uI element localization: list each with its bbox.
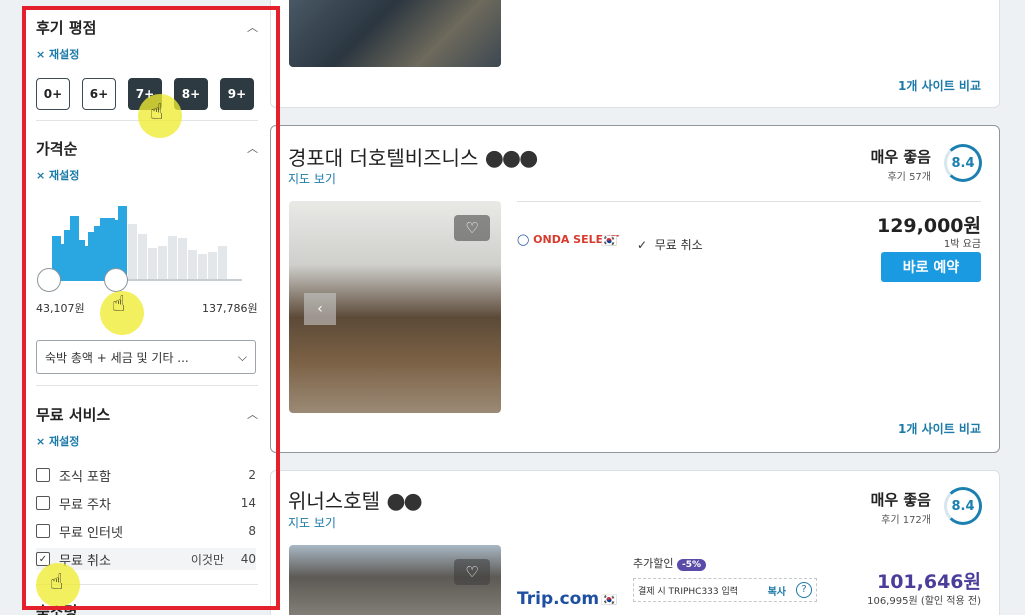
- price: 101,646원: [876, 571, 981, 593]
- free-services-title: 무료 서비스: [36, 406, 111, 424]
- histogram-bar: [188, 250, 197, 280]
- price-min-label: 43,107원: [36, 302, 85, 315]
- review-rating-reset[interactable]: × 재설정: [36, 46, 258, 62]
- price-title: 가격순: [36, 140, 78, 158]
- provider-logo[interactable]: Trip.com: [517, 589, 599, 609]
- checkbox[interactable]: [36, 468, 50, 482]
- checkbox-checked[interactable]: ✓: [36, 552, 50, 566]
- filter-count: 8: [248, 524, 256, 538]
- provider-logo-mark: ◯: [517, 233, 530, 246]
- review-count[interactable]: 후기 57개: [887, 168, 931, 183]
- hand-cursor-icon: ☝: [50, 570, 64, 595]
- hotel-name[interactable]: 위너스호텔 ●●: [288, 485, 423, 514]
- hand-cursor-icon: ☝: [150, 100, 164, 125]
- hotel-card[interactable]: 위너스호텔 ●● 지도 보기 매우 좋음 후기 172개 8.4 ♡ 추가할인 …: [270, 470, 1000, 615]
- histogram-bar: [168, 236, 177, 280]
- free-cancel-info: ✓ 무료 취소: [637, 238, 703, 252]
- review-count[interactable]: 후기 172개: [881, 511, 931, 526]
- checkbox[interactable]: [36, 524, 50, 538]
- hotel-name[interactable]: 경포대 더호텔비즈니스 ●●●: [288, 142, 539, 171]
- chevron-left-icon[interactable]: ‹: [304, 293, 336, 325]
- compare-sites-link[interactable]: 1개 사이트 비교: [898, 420, 981, 437]
- hotel-class-stars: ●●●: [484, 146, 539, 171]
- free-services-reset[interactable]: × 재설정: [36, 433, 258, 449]
- histogram-bar: [218, 246, 227, 280]
- histogram-bar: [138, 234, 147, 280]
- price-display-value: 숙박 총액 + 세금 및 기타 ...: [45, 350, 189, 365]
- korea-flag-icon: 🇰🇷: [601, 593, 618, 608]
- free-services-section: 무료 서비스 ︿ × 재설정: [36, 404, 258, 449]
- discount-badge: -5%: [676, 559, 706, 571]
- histogram-bar: [158, 246, 167, 280]
- heart-icon[interactable]: ♡: [454, 559, 490, 585]
- rating-option-0[interactable]: 0+: [36, 78, 70, 110]
- filter-only-link[interactable]: 이것만: [191, 551, 224, 568]
- rating-option-6[interactable]: 6+: [82, 78, 116, 110]
- hotel-card[interactable]: 1개 사이트 비교: [270, 0, 1000, 108]
- price-note: 1박 요금: [943, 239, 981, 250]
- filter-internet[interactable]: 무료 인터넷 8: [36, 520, 256, 542]
- divider: [36, 385, 258, 386]
- rating-score: 8.4: [944, 144, 982, 182]
- hand-cursor-icon: ☝: [112, 292, 126, 317]
- chevron-down-icon: ⌵: [237, 350, 247, 364]
- histogram-bar: [198, 254, 207, 280]
- map-link[interactable]: 지도 보기: [288, 170, 336, 187]
- rating-score: 8.4: [944, 487, 982, 525]
- histogram-bar: [208, 252, 217, 280]
- hotel-photo[interactable]: ♡: [289, 545, 501, 615]
- compare-sites-link[interactable]: 1개 사이트 비교: [898, 77, 981, 94]
- price: 129,000원: [876, 215, 981, 237]
- price-reset[interactable]: × 재설정: [36, 167, 258, 183]
- price-section: 가격순 ︿ × 재설정: [36, 138, 258, 183]
- map-link[interactable]: 지도 보기: [288, 514, 336, 531]
- histogram-bar: [128, 224, 137, 280]
- histogram-bar: [178, 238, 187, 280]
- divider: [517, 201, 981, 202]
- histogram-bar: [148, 248, 157, 280]
- book-now-button[interactable]: 바로 예약: [881, 252, 981, 282]
- filter-label: 무료 주차: [59, 497, 111, 513]
- price-display-select[interactable]: 숙박 총액 + 세금 및 기타 ... ⌵: [36, 340, 256, 374]
- hotel-class-stars: ●●: [386, 489, 422, 514]
- rating-label: 매우 좋음: [870, 148, 931, 166]
- chevron-up-icon[interactable]: ︿: [247, 140, 258, 156]
- filter-parking[interactable]: 무료 주차 14: [36, 492, 256, 514]
- price-max-label: 137,786원: [202, 302, 258, 315]
- filter-label: 무료 인터넷: [59, 525, 123, 541]
- filter-breakfast[interactable]: 조식 포함 2: [36, 464, 256, 486]
- hotel-photo[interactable]: ♡ ‹: [289, 201, 501, 413]
- filter-count: 40: [240, 552, 256, 566]
- price-max-handle[interactable]: [104, 268, 128, 292]
- price-histogram: [28, 196, 248, 280]
- hotel-photo[interactable]: [289, 0, 501, 67]
- hotel-card[interactable]: 경포대 더호텔비즈니스 ●●● 지도 보기 매우 좋음 후기 57개 8.4 ♡…: [270, 125, 1000, 453]
- coupon-box: 결제 시 TRIPHC333 입력 복사 ?: [633, 578, 817, 602]
- help-icon[interactable]: ?: [796, 582, 812, 598]
- extra-discount: 추가할인 -5%: [633, 555, 706, 571]
- review-rating-title: 후기 평점: [36, 19, 97, 37]
- filter-count: 2: [248, 468, 256, 482]
- rating-label: 매우 좋음: [870, 491, 931, 509]
- korea-flag-icon: 🇰🇷: [601, 234, 618, 249]
- review-rating-section: 후기 평점 ︿ × 재설정 0+ 6+ 7+ 8+ 9+: [36, 17, 258, 110]
- chevron-up-icon[interactable]: ︿: [247, 19, 258, 35]
- price-note: 106,995원 (할인 적용 전): [867, 596, 981, 607]
- rating-option-9[interactable]: 9+: [220, 78, 254, 110]
- filter-label: 조식 포함: [59, 469, 111, 485]
- price-min-handle[interactable]: [37, 268, 61, 292]
- checkbox[interactable]: [36, 496, 50, 510]
- filter-count: 14: [240, 496, 256, 510]
- copy-button[interactable]: 복사: [768, 583, 786, 598]
- coupon-text: 결제 시 TRIPHC333 입력: [638, 586, 739, 597]
- chevron-up-icon[interactable]: ︿: [247, 406, 258, 422]
- heart-icon[interactable]: ♡: [454, 215, 490, 241]
